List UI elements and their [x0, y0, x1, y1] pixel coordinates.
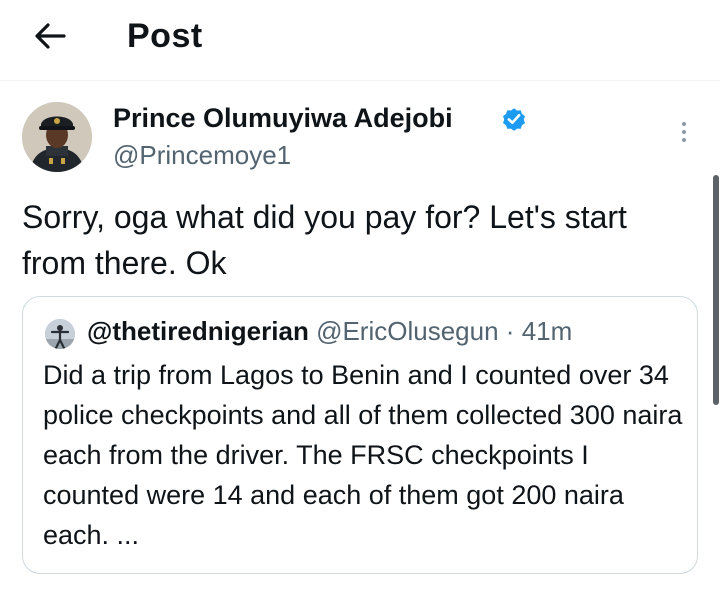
verified-badge-icon [503, 108, 525, 131]
more-vertical-icon [682, 122, 686, 126]
arrow-left-icon [35, 23, 66, 49]
quote-separator: · [505, 316, 515, 346]
quote-text: Did a trip from Lagos to Benin and I cou… [43, 360, 683, 550]
quoted-post[interactable]: @thetirednigerian @EricOlusegun · 41m Di… [22, 296, 698, 574]
quote-author-avatar[interactable] [45, 319, 75, 349]
avatar-image [22, 102, 92, 172]
scrollbar[interactable] [713, 175, 719, 405]
author-handle[interactable]: @Princemoye1 [113, 138, 291, 172]
quote-author-name[interactable]: @thetirednigerian [87, 316, 309, 346]
quote-author-handle[interactable]: @EricOlusegun [316, 316, 498, 346]
avatar-image [45, 319, 75, 349]
author-avatar[interactable] [22, 102, 92, 172]
page-title: Post [127, 17, 203, 55]
more-options-button[interactable] [668, 114, 700, 150]
top-bar: Post [0, 0, 720, 81]
post-text: Sorry, oga what did you pay for? Let's s… [22, 199, 627, 281]
quote-header: @thetirednigerian @EricOlusegun · 41m [87, 313, 572, 349]
quote-timestamp[interactable]: 41m [522, 316, 573, 346]
author-name[interactable]: Prince Olumuyiwa Adejobi [113, 100, 453, 136]
back-button[interactable] [26, 16, 74, 56]
